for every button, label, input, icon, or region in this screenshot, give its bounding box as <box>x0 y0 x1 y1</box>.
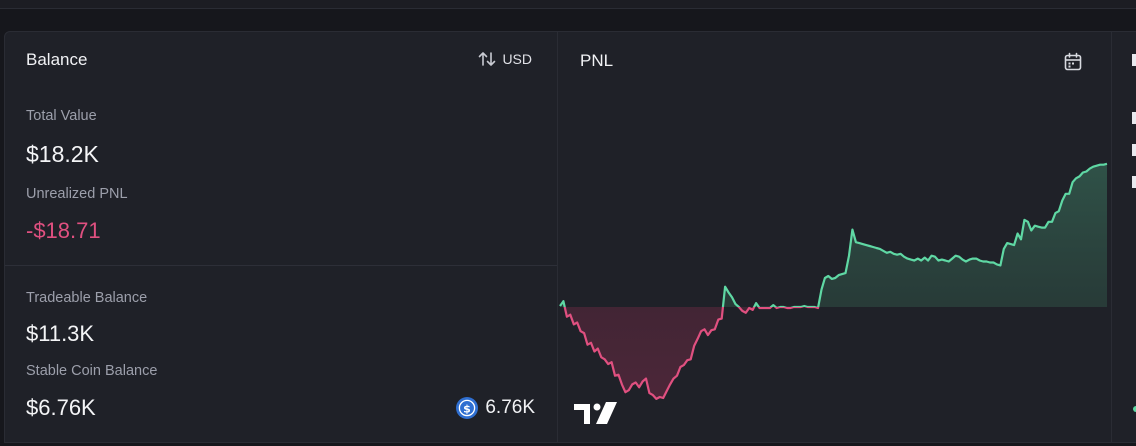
total-value: $18.2K <box>26 141 99 167</box>
right-panel-text <box>1132 54 1136 66</box>
pnl-panel: PNL <box>557 31 1112 443</box>
swap-arrows-icon <box>479 52 496 66</box>
right-panel-text <box>1132 176 1136 188</box>
total-value-label: Total Value <box>26 108 97 124</box>
stable-coin-balance-value: $6.76K <box>26 395 96 420</box>
svg-text:$: $ <box>464 402 472 415</box>
stable-coin-balance-label: Stable Coin Balance <box>26 363 158 379</box>
pnl-title: PNL <box>580 51 614 70</box>
right-panel-text <box>1132 144 1136 156</box>
balance-panel: Balance USD Total Value $18.2K Unrealize… <box>4 31 558 443</box>
pnl-chart[interactable] <box>558 92 1111 442</box>
stable-coin-holding: $ 6.76K <box>455 396 535 420</box>
tradingview-logo <box>574 402 617 424</box>
usdc-coin-icon: $ <box>456 397 479 419</box>
right-panel-text <box>1132 112 1136 124</box>
balance-title: Balance <box>26 50 88 69</box>
section-divider <box>5 265 557 266</box>
calendar-icon[interactable] <box>1063 52 1083 72</box>
currency-toggle-button[interactable]: USD <box>478 51 532 67</box>
right-panel <box>1111 31 1136 443</box>
unrealized-pnl-value: -$18.71 <box>26 218 101 243</box>
top-bar <box>0 0 1136 9</box>
tradeable-balance-value: $11.3K <box>26 321 95 346</box>
unrealized-pnl-label: Unrealized PNL <box>26 186 128 202</box>
coin-amount: 6.76K <box>485 397 535 418</box>
tradeable-balance-label: Tradeable Balance <box>26 290 148 306</box>
currency-label: USD <box>502 51 532 67</box>
